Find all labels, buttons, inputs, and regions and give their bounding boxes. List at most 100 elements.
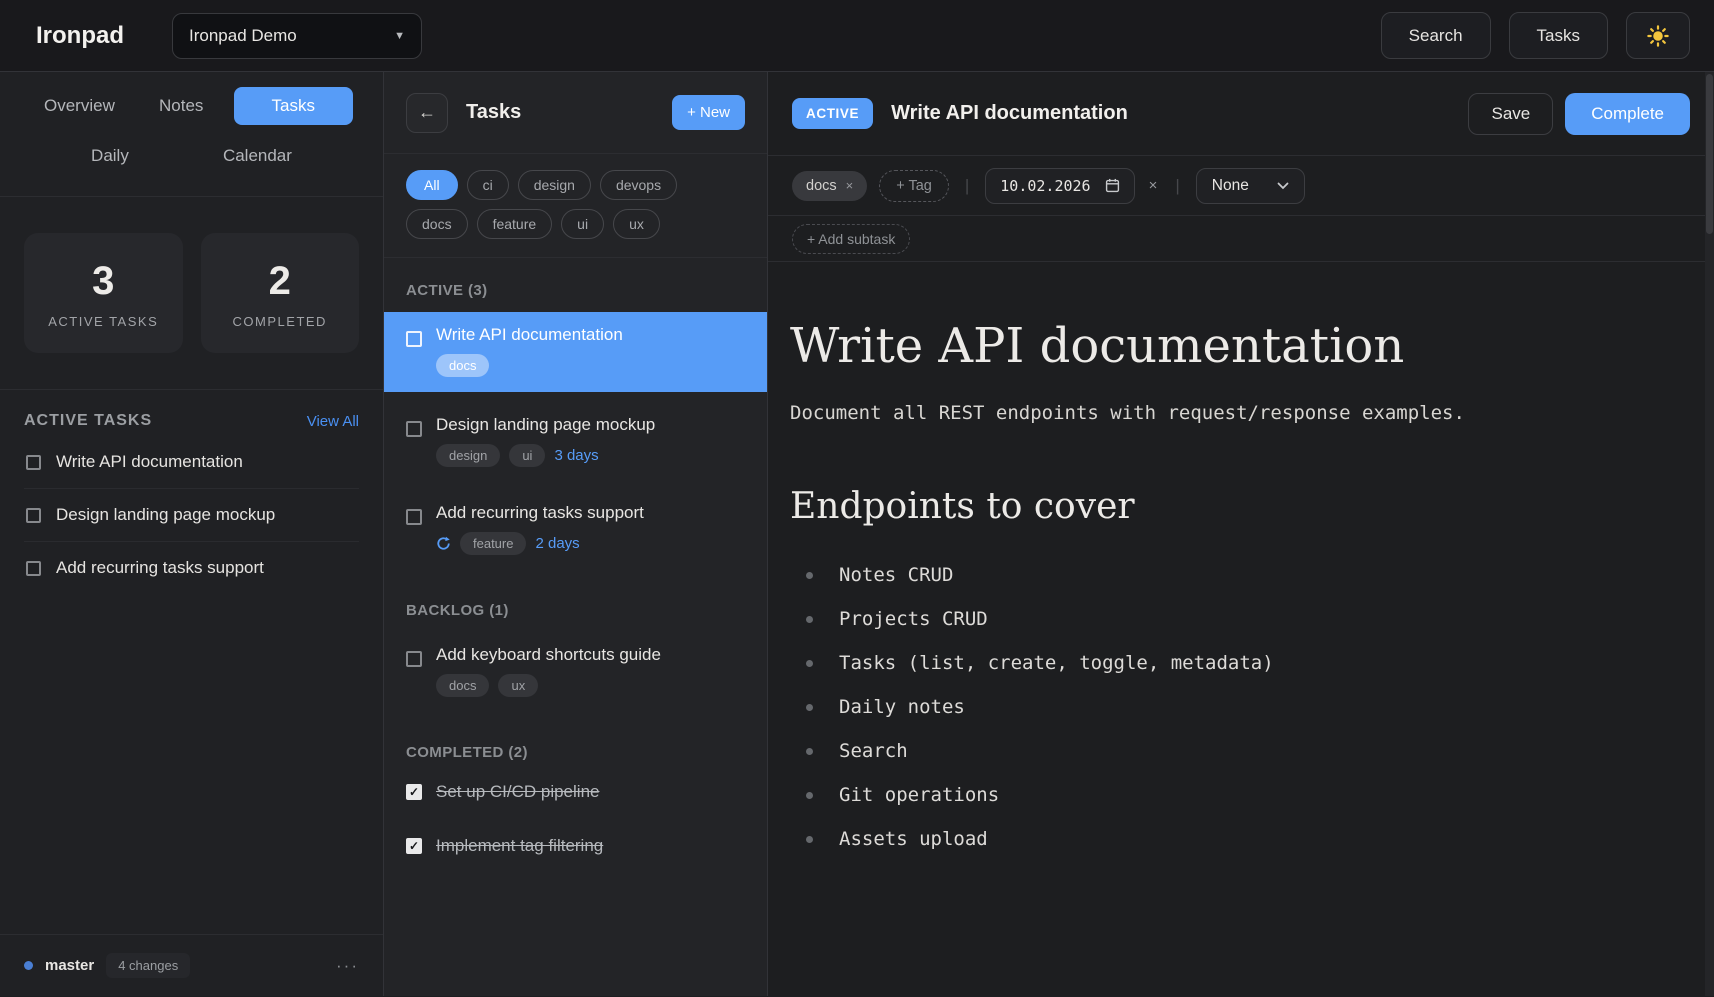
tag-filter-pill-devops[interactable]: devops xyxy=(600,170,677,200)
project-selector[interactable]: Ironpad Demo ▼ xyxy=(172,13,422,59)
task-list-item[interactable]: Add keyboard shortcuts guide docsux xyxy=(384,632,767,712)
subtask-bar: + Add subtask xyxy=(768,216,1714,262)
tag-filter-bar: Allci design devops docs feature uiux xyxy=(384,154,767,258)
task-section: COMPLETED (2) ✓ Set up CI/CD pipeline ✓ … xyxy=(384,720,767,864)
bullet-item: Projects CRUD xyxy=(806,597,1654,641)
sidebar-nav-item-calendar[interactable]: Calendar xyxy=(209,136,306,176)
task-list-item[interactable]: Write API documentation docs xyxy=(384,312,767,392)
section-items: Write API documentation docs Design land… xyxy=(384,312,767,570)
document-paragraph: Document all REST endpoints with request… xyxy=(790,402,1654,424)
task-checkbox[interactable]: ✓ xyxy=(406,838,422,854)
sidebar-task-item[interactable]: Write API documentation xyxy=(24,436,359,489)
more-menu-icon[interactable]: ··· xyxy=(336,956,359,976)
task-title: Write API documentation xyxy=(436,325,623,345)
stat-value: 3 xyxy=(32,259,175,304)
back-button[interactable]: ← xyxy=(406,93,448,133)
stat-card: 2 COMPLETED xyxy=(201,233,360,353)
sidebar-task-item[interactable]: Add recurring tasks support xyxy=(24,542,359,594)
sidebar-nav-item-overview[interactable]: Overview xyxy=(30,86,129,126)
chevron-down-icon xyxy=(1277,182,1289,190)
scrollbar-thumb[interactable] xyxy=(1706,74,1713,234)
detail-tag[interactable]: docs × xyxy=(792,171,867,201)
scrollbar[interactable] xyxy=(1705,72,1714,996)
bullet-text: Daily notes xyxy=(839,696,965,718)
save-button[interactable]: Save xyxy=(1468,93,1553,135)
new-task-button[interactable]: + New xyxy=(672,95,745,130)
detail-header: ACTIVE Write API documentation Save Comp… xyxy=(768,72,1714,156)
tag-badge: ux xyxy=(498,674,538,697)
bullet-item: Notes CRUD xyxy=(806,553,1654,597)
project-selector-value: Ironpad Demo xyxy=(189,26,297,46)
status-badge: ACTIVE xyxy=(792,98,873,129)
recurring-icon xyxy=(436,536,451,551)
task-section: BACKLOG (1) Add keyboard shortcuts guide… xyxy=(384,578,767,712)
task-checkbox[interactable] xyxy=(406,421,422,437)
task-checkbox[interactable] xyxy=(26,561,41,576)
task-body: Write API documentation docs xyxy=(436,325,623,377)
clear-date-button[interactable]: × xyxy=(1149,177,1158,194)
theme-toggle-button[interactable] xyxy=(1626,12,1690,59)
changes-count-badge[interactable]: 4 changes xyxy=(106,953,190,978)
task-meta: feature2 days xyxy=(436,531,644,555)
due-date-input[interactable]: 10.02.2026 xyxy=(985,168,1134,204)
task-checkbox[interactable]: ✓ xyxy=(406,784,422,800)
tag-filter-pill-ui[interactable]: ui xyxy=(561,209,604,239)
bullet-text: Projects CRUD xyxy=(839,608,988,630)
bullet-dot-icon xyxy=(806,660,813,667)
tag-filter-pill-all[interactable]: All xyxy=(406,170,458,200)
sidebar-nav-item-daily[interactable]: Daily xyxy=(77,136,143,176)
sidebar-nav-item-tasks[interactable]: Tasks xyxy=(234,87,353,125)
recurrence-select[interactable]: None xyxy=(1196,168,1305,204)
tag-filter-pill-ci[interactable]: ci xyxy=(467,170,509,200)
stat-label: COMPLETED xyxy=(209,314,352,329)
document-heading: Write API documentation xyxy=(790,318,1654,374)
bullet-text: Notes CRUD xyxy=(839,564,953,586)
app-logo: Ironpad xyxy=(36,22,124,50)
task-detail-panel: ACTIVE Write API documentation Save Comp… xyxy=(768,72,1714,996)
sidebar-task-item[interactable]: Design landing page mockup xyxy=(24,489,359,542)
task-section: ACTIVE (3) Write API documentation docs … xyxy=(384,258,767,570)
task-checkbox[interactable] xyxy=(406,509,422,525)
task-body: Add keyboard shortcuts guide docsux xyxy=(436,645,661,697)
active-tasks-heading: ACTIVE TASKS xyxy=(24,412,152,430)
task-body: Add recurring tasks support feature2 day… xyxy=(436,503,644,555)
task-list-item[interactable]: ✓ Implement tag filtering xyxy=(384,828,767,864)
task-checkbox[interactable] xyxy=(26,508,41,523)
tag-badge: design xyxy=(436,444,500,467)
bullet-dot-icon xyxy=(806,616,813,623)
task-list-item[interactable]: Add recurring tasks support feature2 day… xyxy=(384,490,767,570)
meta-separator: | xyxy=(1175,176,1179,196)
caret-down-icon: ▼ xyxy=(394,30,405,42)
search-button[interactable]: Search xyxy=(1381,12,1491,59)
document-bullet-list: Notes CRUD Projects CRUD Tasks (list, cr… xyxy=(790,553,1654,861)
view-all-link[interactable]: View All xyxy=(307,413,359,430)
tag-filter-pill-ux[interactable]: ux xyxy=(613,209,660,239)
sidebar-nav-item-notes[interactable]: Notes xyxy=(145,86,217,126)
task-checkbox[interactable] xyxy=(26,455,41,470)
tag-filter-pill-feature[interactable]: feature xyxy=(477,209,553,239)
task-list-item[interactable]: ✓ Set up CI/CD pipeline xyxy=(384,774,767,810)
remove-tag-icon[interactable]: × xyxy=(846,178,854,193)
section-items: Add keyboard shortcuts guide docsux xyxy=(384,632,767,712)
tag-filter-pill-design[interactable]: design xyxy=(518,170,591,200)
bullet-dot-icon xyxy=(806,836,813,843)
bullet-dot-icon xyxy=(806,792,813,799)
add-tag-button[interactable]: + Tag xyxy=(879,170,949,202)
section-items: ✓ Set up CI/CD pipeline ✓ Implement tag … xyxy=(384,774,767,864)
calendar-icon xyxy=(1105,178,1120,193)
task-list-item[interactable]: Design landing page mockup designui3 day… xyxy=(384,402,767,482)
document-subheading: Endpoints to cover xyxy=(790,486,1654,527)
task-label: Design landing page mockup xyxy=(56,505,275,525)
stats-cards: 3 ACTIVE TASKS 2 COMPLETED xyxy=(0,197,383,390)
task-checkbox[interactable] xyxy=(406,331,422,347)
tag-filter-pill-docs[interactable]: docs xyxy=(406,209,468,239)
tasks-panel-title: Tasks xyxy=(466,101,521,124)
task-sections: ACTIVE (3) Write API documentation docs … xyxy=(384,258,767,996)
add-subtask-button[interactable]: + Add subtask xyxy=(792,224,910,254)
tasks-button[interactable]: Tasks xyxy=(1509,12,1608,59)
task-title: Implement tag filtering xyxy=(436,836,603,856)
complete-button[interactable]: Complete xyxy=(1565,93,1690,135)
task-checkbox[interactable] xyxy=(406,651,422,667)
sidebar-nav-row-2: Daily Calendar xyxy=(30,136,353,176)
document-view: Write API documentation Document all RES… xyxy=(768,262,1714,996)
